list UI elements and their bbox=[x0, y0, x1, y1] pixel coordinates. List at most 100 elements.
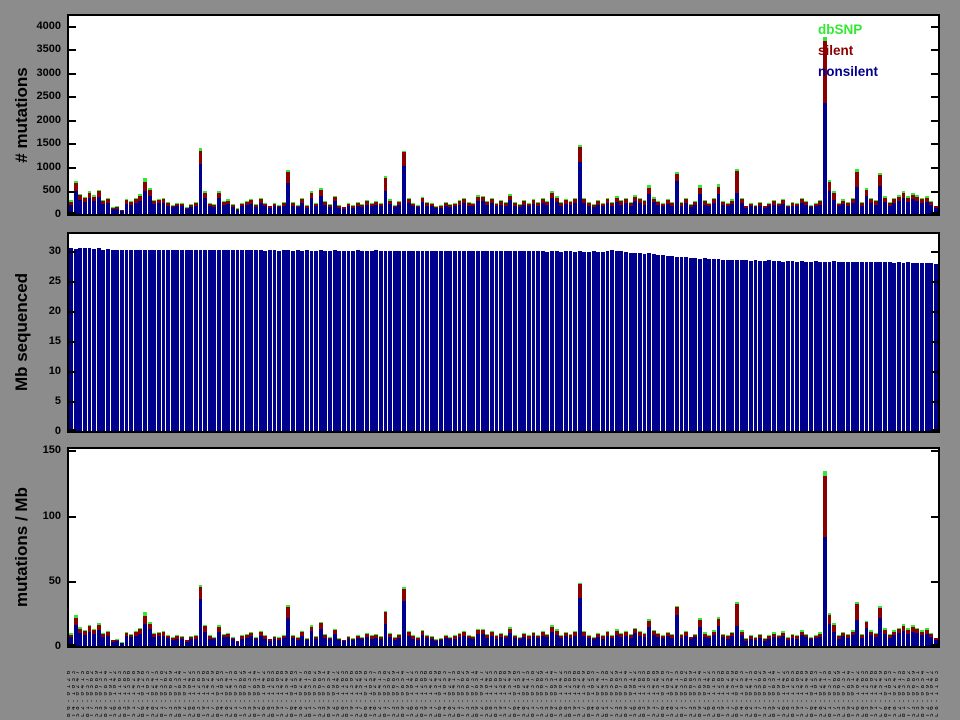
bar-segment-mb-sequenced bbox=[212, 249, 217, 431]
bar-segment-nonsilent bbox=[883, 201, 887, 214]
bar-segment-silent bbox=[716, 186, 721, 194]
bar-segment-mb-sequenced bbox=[304, 250, 309, 431]
bar-segment-mb-sequenced bbox=[180, 250, 184, 431]
bar-segment-nonsilent bbox=[915, 200, 920, 214]
bar-segment-nonsilent bbox=[402, 601, 406, 646]
bar-segment-mb-sequenced bbox=[748, 261, 753, 431]
bar-segment-nonsilent bbox=[267, 208, 272, 214]
bar-segment-nonsilent bbox=[304, 207, 309, 214]
bar-sample bbox=[267, 449, 272, 646]
bar-sample bbox=[910, 234, 915, 431]
bar-segment-nonsilent bbox=[614, 634, 619, 646]
bar-sample bbox=[559, 16, 564, 214]
bar-segment-mb-sequenced bbox=[110, 249, 115, 431]
bar-sample bbox=[582, 234, 587, 431]
bar-segment-silent bbox=[735, 170, 739, 194]
bar-sample bbox=[203, 234, 208, 431]
bar-segment-mb-sequenced bbox=[684, 257, 689, 431]
bar-sample bbox=[439, 449, 443, 646]
bar-sample bbox=[87, 449, 92, 646]
bar-sample bbox=[536, 16, 541, 214]
bar-segment-nonsilent bbox=[411, 206, 416, 214]
y-tick-mark bbox=[69, 72, 76, 75]
bar-segment-mb-sequenced bbox=[143, 250, 147, 431]
x-tick-label: L7-1549 bbox=[507, 667, 512, 717]
bar-segment-mb-sequenced bbox=[267, 250, 272, 431]
y-tick-mark bbox=[69, 310, 76, 313]
bar-sample bbox=[360, 234, 365, 431]
bar-sample bbox=[730, 234, 735, 431]
bar-sample bbox=[101, 16, 106, 214]
bar-segment-nonsilent bbox=[295, 207, 300, 214]
y-tick-mark bbox=[931, 96, 938, 99]
bar-segment-nonsilent bbox=[235, 642, 240, 646]
bar-segment-mb-sequenced bbox=[577, 251, 582, 431]
x-tick-label: T9-1306 bbox=[498, 667, 503, 717]
bar-segment-mb-sequenced bbox=[170, 250, 175, 431]
bar-segment-nonsilent bbox=[212, 206, 217, 214]
y-tick-label: 500 bbox=[42, 184, 61, 197]
bar-segment-silent bbox=[286, 171, 291, 184]
bar-segment-mb-sequenced bbox=[129, 249, 134, 431]
bar-sample bbox=[476, 449, 480, 646]
bar-segment-nonsilent bbox=[526, 638, 531, 646]
bar-segment-silent bbox=[878, 175, 883, 186]
x-tick-label: S1-1428 bbox=[131, 667, 136, 717]
bar-segment-nonsilent bbox=[846, 205, 850, 214]
bar-sample bbox=[846, 234, 850, 431]
y-tick-mark bbox=[69, 250, 76, 253]
bar-sample bbox=[559, 449, 564, 646]
bar-sample bbox=[582, 449, 587, 646]
x-tick-label: B1-0378 bbox=[605, 667, 610, 717]
bar-sample bbox=[628, 449, 633, 646]
bar-sample bbox=[716, 449, 721, 646]
bar-segment-nonsilent bbox=[813, 206, 818, 214]
bar-segment-nonsilent bbox=[383, 624, 388, 646]
x-tick-label: S3-0689 bbox=[614, 667, 619, 717]
bar-segment-nonsilent bbox=[762, 640, 767, 646]
bar-sample bbox=[402, 449, 406, 646]
bar-segment-nonsilent bbox=[397, 637, 402, 646]
x-tick-label: B6-0126 bbox=[661, 667, 665, 717]
bar-segment-mb-sequenced bbox=[235, 250, 240, 431]
y-tick-mark bbox=[69, 450, 76, 453]
bar-segment-mb-sequenced bbox=[563, 251, 568, 431]
bar-segment-nonsilent bbox=[920, 635, 924, 646]
bar-segment-mb-sequenced bbox=[730, 260, 735, 431]
bar-sample bbox=[258, 16, 263, 214]
bar-sample bbox=[189, 16, 194, 214]
bar-segment-mb-sequenced bbox=[351, 250, 356, 431]
bar-sample bbox=[207, 449, 212, 646]
bar-sample bbox=[203, 449, 208, 646]
bar-segment-nonsilent bbox=[272, 639, 277, 646]
bar-segment-mb-sequenced bbox=[526, 251, 531, 431]
bar-sample bbox=[124, 234, 129, 431]
x-tick-label: T7-0562 bbox=[609, 667, 614, 717]
bar-segment-nonsilent bbox=[513, 638, 517, 646]
bar-segment-nonsilent bbox=[170, 639, 175, 646]
bar-sample bbox=[226, 16, 231, 214]
bar-sample bbox=[813, 16, 818, 214]
bar-sample bbox=[406, 234, 411, 431]
bar-sample bbox=[651, 234, 656, 431]
bar-segment-mb-sequenced bbox=[536, 251, 541, 431]
bar-sample bbox=[554, 234, 559, 431]
bar-segment-nonsilent bbox=[392, 639, 397, 646]
x-tick-label: T4-1053 bbox=[888, 667, 893, 717]
x-tick-label: S6-1042 bbox=[707, 667, 712, 717]
bar-segment-mb-sequenced bbox=[846, 262, 850, 431]
bar-segment-mb-sequenced bbox=[341, 250, 346, 431]
bar-sample bbox=[439, 16, 443, 214]
bar-sample bbox=[841, 234, 846, 431]
bar-sample bbox=[337, 234, 342, 431]
bar-sample bbox=[739, 449, 744, 646]
bar-segment-nonsilent bbox=[462, 635, 467, 646]
x-tick-label: L5-0731 bbox=[916, 667, 921, 717]
bar-segment-nonsilent bbox=[337, 640, 342, 646]
bar-segment-nonsilent bbox=[318, 629, 323, 646]
x-tick-label: S6-1042 bbox=[261, 667, 266, 717]
bar-segment-mb-sequenced bbox=[203, 250, 208, 431]
bar-segment-nonsilent bbox=[147, 629, 152, 646]
bar-segment-nonsilent bbox=[822, 537, 827, 646]
bar-sample bbox=[896, 234, 901, 431]
